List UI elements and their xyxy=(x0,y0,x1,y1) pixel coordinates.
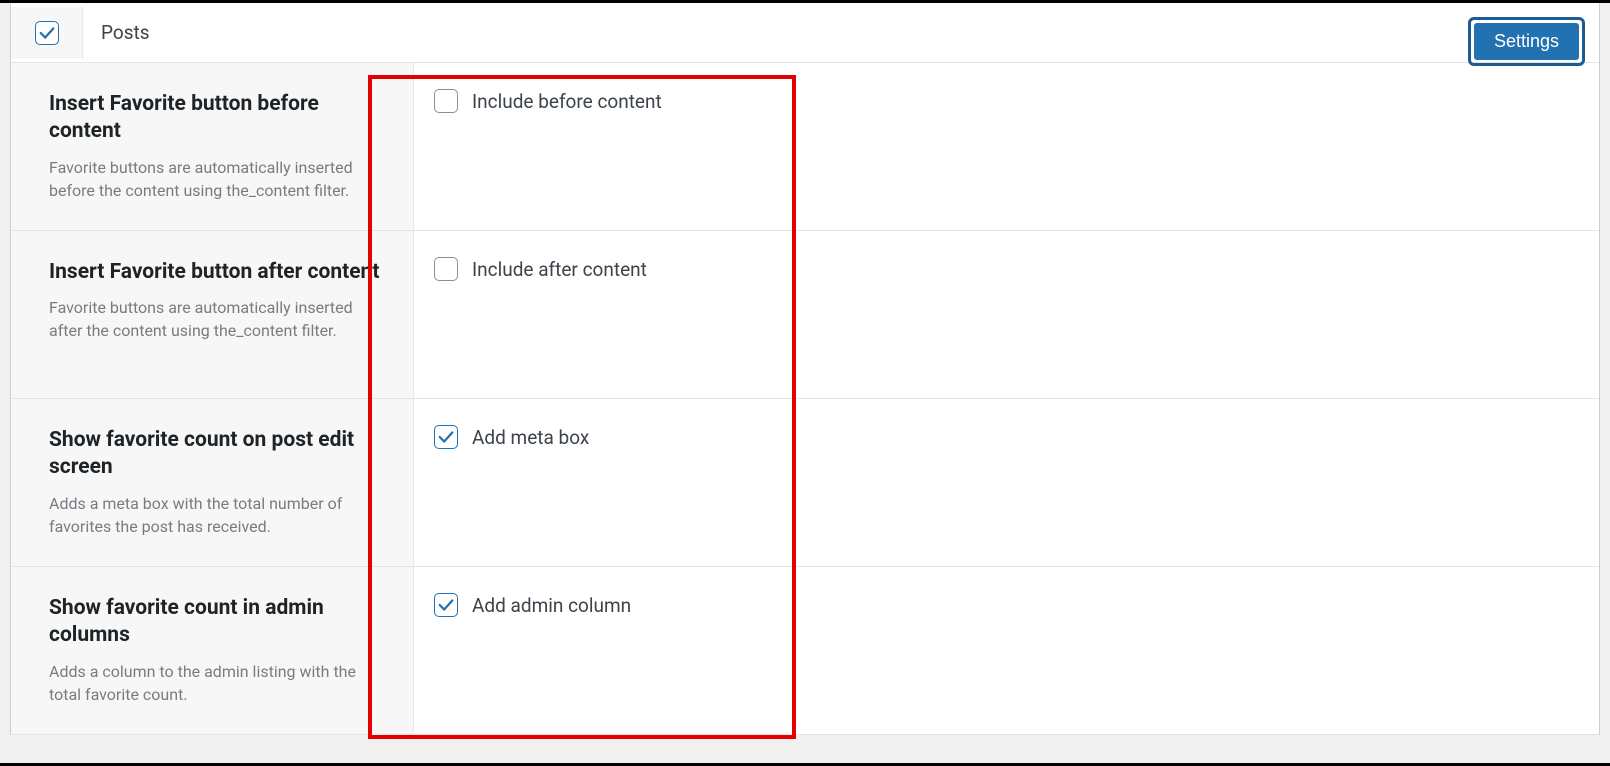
checkbox-label: Add meta box xyxy=(472,426,589,449)
row-title: Show favorite count on post edit screen xyxy=(49,427,383,482)
checkbox-option: Include after content xyxy=(434,257,1579,281)
include-before-checkbox[interactable] xyxy=(434,89,458,113)
row-description: Adds a column to the admin listing with … xyxy=(49,660,383,706)
row-control: Include before content xyxy=(414,63,1599,230)
settings-panel: Posts Settings Insert Favorite button be… xyxy=(10,3,1600,735)
row-title: Show favorite count in admin columns xyxy=(49,595,383,650)
row-description: Adds a meta box with the total number of… xyxy=(49,492,383,538)
row-control: Include after content xyxy=(414,231,1599,398)
row-title: Insert Favorite button before content xyxy=(49,91,383,146)
add-meta-box-checkbox[interactable] xyxy=(434,425,458,449)
setting-row-admin-column: Show favorite count in admin columns Add… xyxy=(11,567,1599,735)
checkbox-option: Add admin column xyxy=(434,593,1579,617)
checkbox-label: Include before content xyxy=(472,90,662,113)
section-checkbox-wrap xyxy=(11,7,83,59)
row-info: Insert Favorite button before content Fa… xyxy=(11,63,414,230)
checkbox-option: Add meta box xyxy=(434,425,1579,449)
row-info: Show favorite count in admin columns Add… xyxy=(11,567,414,734)
settings-button-highlight: Settings xyxy=(1468,17,1585,66)
section-header: Posts Settings xyxy=(11,3,1599,63)
setting-row-before-content: Insert Favorite button before content Fa… xyxy=(11,63,1599,231)
checkbox-label: Include after content xyxy=(472,258,647,281)
section-title: Posts xyxy=(101,21,150,44)
row-title: Insert Favorite button after content xyxy=(49,259,383,286)
row-control: Add admin column xyxy=(414,567,1599,734)
settings-button[interactable]: Settings xyxy=(1474,23,1579,60)
row-description: Favorite buttons are automatically inser… xyxy=(49,296,383,342)
row-info: Show favorite count on post edit screen … xyxy=(11,399,414,566)
setting-row-meta-box: Show favorite count on post edit screen … xyxy=(11,399,1599,567)
row-info: Insert Favorite button after content Fav… xyxy=(11,231,414,398)
row-description: Favorite buttons are automatically inser… xyxy=(49,156,383,202)
posts-section-checkbox[interactable] xyxy=(35,21,59,45)
setting-row-after-content: Insert Favorite button after content Fav… xyxy=(11,231,1599,399)
checkbox-label: Add admin column xyxy=(472,594,631,617)
row-control: Add meta box xyxy=(414,399,1599,566)
checkbox-option: Include before content xyxy=(434,89,1579,113)
add-admin-column-checkbox[interactable] xyxy=(434,593,458,617)
include-after-checkbox[interactable] xyxy=(434,257,458,281)
